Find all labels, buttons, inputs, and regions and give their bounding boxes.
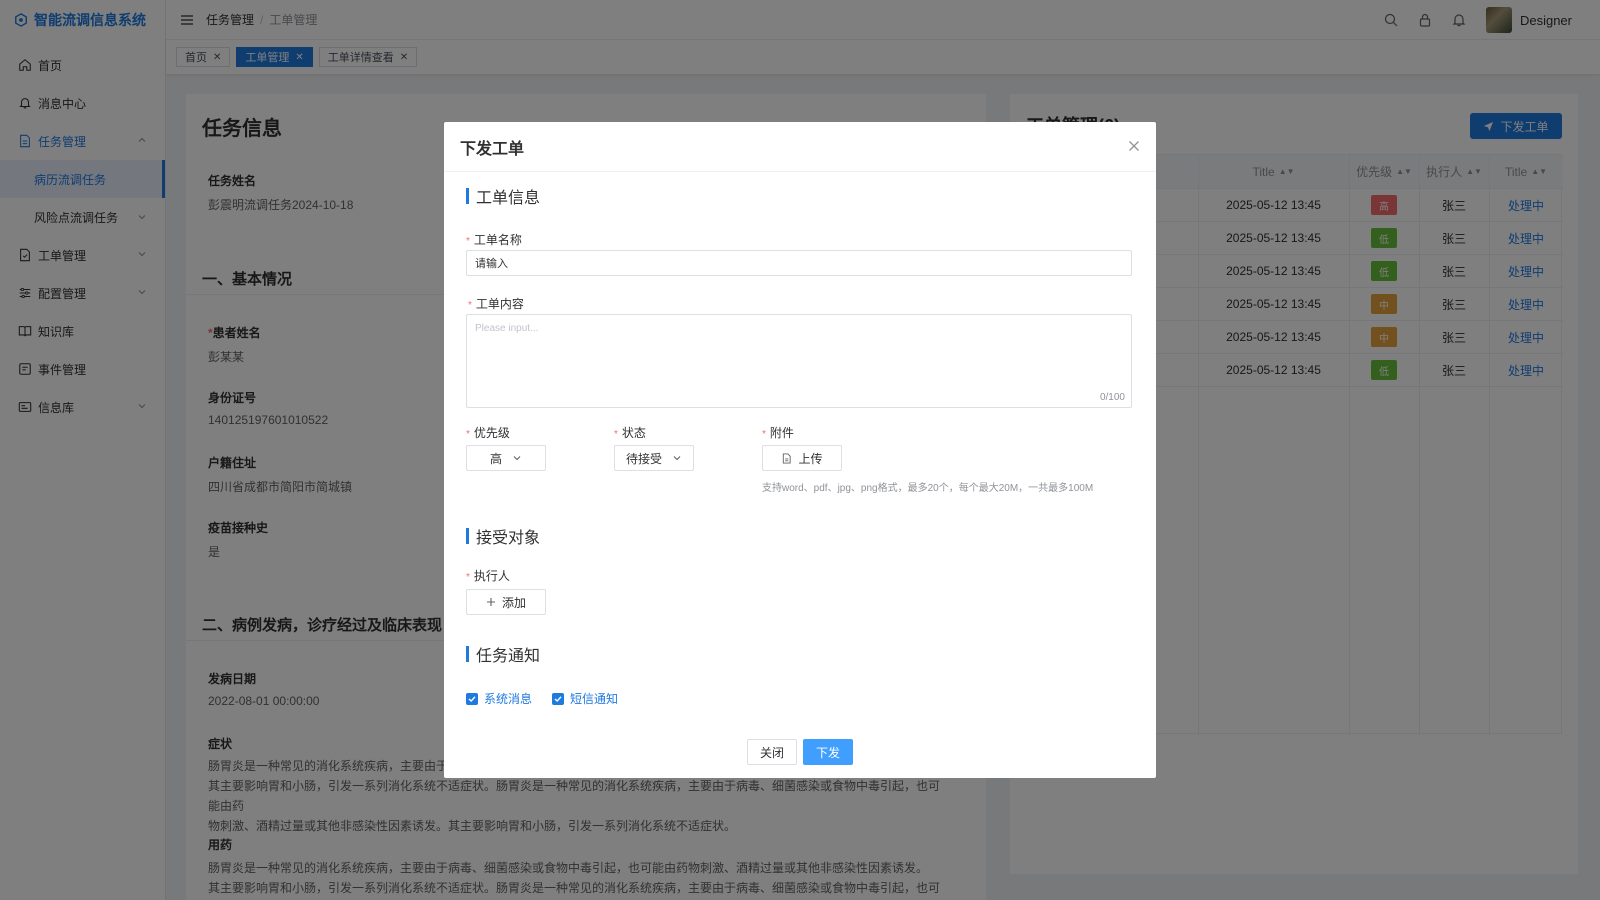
order-content-textarea[interactable]: Please input... 0/100 <box>466 314 1132 408</box>
chevron-down-icon <box>673 456 681 461</box>
attachment-label-text: 附件 <box>769 426 794 440</box>
sms-notify-checkbox[interactable]: 短信通知 <box>552 690 618 707</box>
send-order-dialog: 下发工单 工单信息 * 工单名称 请输入 * 工单内容 Please input..… <box>444 122 1156 778</box>
submit-button[interactable]: 下发 <box>803 739 853 765</box>
status-label-text: 状态 <box>621 426 646 440</box>
status-select[interactable]: 待接受 <box>614 445 694 471</box>
checkbox-label: 短信通知 <box>570 692 619 706</box>
order-name-input[interactable]: 请输入 <box>466 250 1132 276</box>
status-label: * 状态 <box>614 424 646 441</box>
order-content-label: * 工单内容 <box>468 295 524 312</box>
char-counter: 0/100 <box>1099 392 1125 403</box>
executor-label: * 执行人 <box>466 567 510 584</box>
required-mark: * <box>614 429 618 440</box>
required-mark: * <box>466 429 470 440</box>
textarea-placeholder: Please input... <box>475 323 539 334</box>
file-icon <box>783 452 792 464</box>
plus-icon <box>486 598 495 606</box>
priority-selected-value: 高 <box>489 451 502 466</box>
executor-label-text: 执行人 <box>473 569 510 583</box>
required-mark: * <box>466 236 470 247</box>
close-icon[interactable] <box>1128 140 1140 152</box>
upload-label: 上传 <box>798 451 823 466</box>
upload-button[interactable]: 上传 <box>762 445 842 471</box>
checkbox-label: 系统消息 <box>484 692 533 706</box>
checkbox-checked-icon <box>466 692 478 705</box>
dialog-title: 下发工单 <box>444 122 1156 172</box>
system-message-checkbox[interactable]: 系统消息 <box>466 690 532 707</box>
add-executor-button[interactable]: 添加 <box>466 589 546 615</box>
upload-hint: 支持word、pdf、jpg、png格式，最多20个，每个最大20M，一共最多1… <box>762 483 1094 494</box>
priority-label-text: 优先级 <box>473 426 510 440</box>
order-content-label-text: 工单内容 <box>475 297 524 311</box>
required-mark: * <box>468 300 472 311</box>
order-name-label: * 工单名称 <box>466 231 522 248</box>
section-order-info: 工单信息 <box>466 184 540 208</box>
chevron-down-icon <box>513 456 521 461</box>
status-selected-value: 待接受 <box>625 451 662 466</box>
section-receiver: 接受对象 <box>466 524 540 548</box>
attachment-label: * 附件 <box>762 424 794 441</box>
required-mark: * <box>466 572 470 583</box>
checkbox-checked-icon <box>552 692 564 705</box>
section-notify: 任务通知 <box>466 642 540 666</box>
close-button[interactable]: 关闭 <box>747 739 797 765</box>
priority-select[interactable]: 高 <box>466 445 546 471</box>
add-label: 添加 <box>501 595 526 610</box>
priority-label: * 优先级 <box>466 424 510 441</box>
required-mark: * <box>762 429 766 440</box>
order-name-label-text: 工单名称 <box>473 233 522 247</box>
